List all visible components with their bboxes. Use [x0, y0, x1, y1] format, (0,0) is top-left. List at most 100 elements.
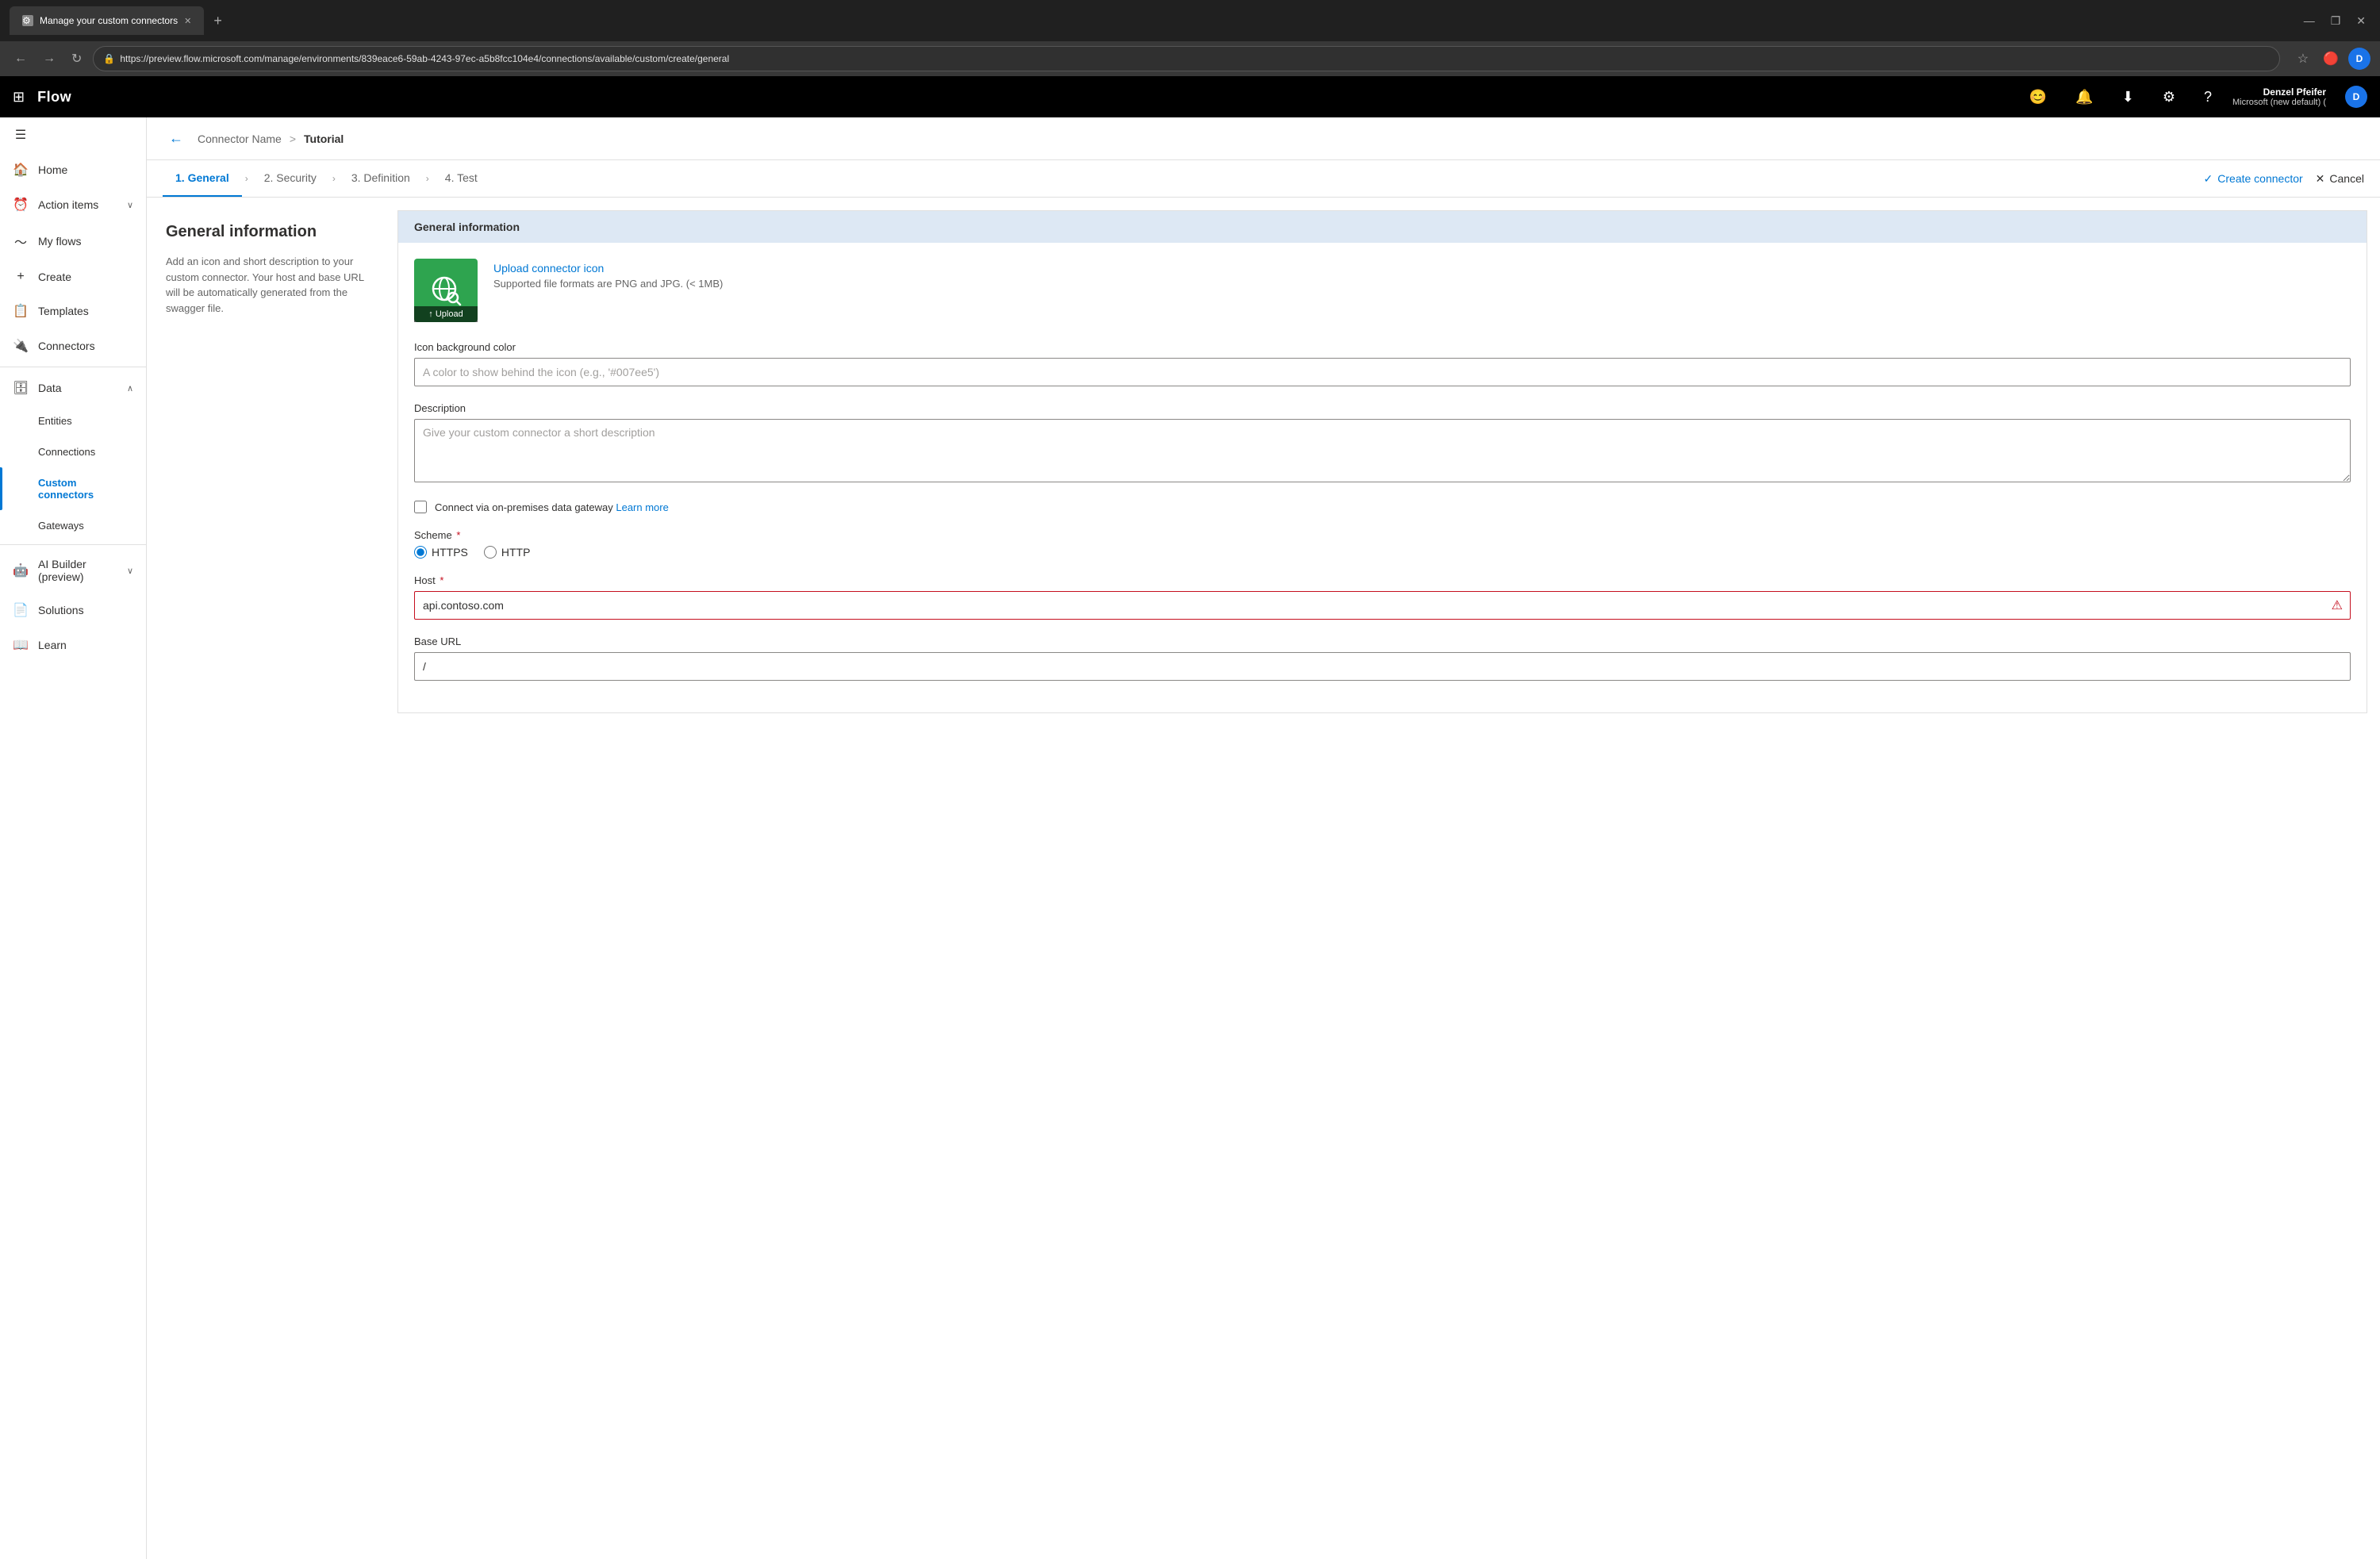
icon-bg-color-input[interactable]: [414, 358, 2351, 386]
browser-chrome: ⚙ Manage your custom connectors ✕ + — ❐ …: [0, 0, 2380, 41]
sidebar-item-home[interactable]: 🏠 Home: [0, 152, 146, 187]
scheme-http-option[interactable]: HTTP: [484, 546, 531, 559]
gateway-checkbox[interactable]: [414, 501, 427, 513]
host-required: *: [440, 574, 443, 586]
emoji-button[interactable]: 😊: [2021, 84, 2055, 110]
scheme-https-option[interactable]: HTTPS: [414, 546, 468, 559]
content-area: General information Add an icon and shor…: [147, 198, 2380, 1559]
sidebar-item-data[interactable]: 🗄 Data ∧: [0, 371, 146, 405]
breadcrumb-current: Tutorial: [304, 132, 344, 145]
description-textarea[interactable]: [414, 419, 2351, 482]
sidebar-action-items-label: Action items: [38, 198, 117, 211]
gateway-label-text: Connect via on-premises data gateway: [435, 501, 613, 513]
window-close-button[interactable]: ✕: [2351, 11, 2370, 31]
tab-security[interactable]: 2. Security: [251, 160, 329, 197]
tab-general[interactable]: 1. General: [163, 160, 242, 197]
sidebar-item-learn[interactable]: 📖 Learn: [0, 628, 146, 662]
upload-icon-button[interactable]: ↑ Upload: [414, 306, 478, 322]
gateway-label: Connect via on-premises data gateway Lea…: [435, 501, 669, 513]
lock-icon: 🔒: [103, 53, 115, 64]
back-button[interactable]: ←: [163, 127, 190, 150]
form-group-description: Description: [414, 402, 2351, 485]
cancel-button[interactable]: ✕ Cancel: [2316, 172, 2364, 186]
tab-general-label: 1. General: [175, 171, 229, 184]
sidebar-templates-label: Templates: [38, 305, 133, 317]
sidebar-item-connectors[interactable]: 🔌 Connectors: [0, 328, 146, 363]
sidebar-item-action-items[interactable]: ⏰ Action items ∨: [0, 187, 146, 222]
form-group-icon-bg-color: Icon background color: [414, 341, 2351, 386]
sidebar-create-label: Create: [38, 271, 133, 283]
upload-hint-text: Supported file formats are PNG and JPG. …: [493, 278, 723, 290]
sidebar-learn-label: Learn: [38, 639, 133, 651]
step-tabs: 1. General › 2. Security › 3. Definition…: [147, 160, 2380, 198]
sidebar-connectors-label: Connectors: [38, 340, 133, 352]
breadcrumb-parent: Connector Name: [198, 132, 282, 145]
tab-definition-label: 3. Definition: [351, 171, 410, 184]
hamburger-icon: ☰: [13, 127, 29, 143]
base-url-input[interactable]: [414, 652, 2351, 681]
sidebar-item-custom-connectors[interactable]: Custom connectors: [0, 467, 146, 510]
tab-definition[interactable]: 3. Definition: [339, 160, 423, 197]
browser-tab[interactable]: ⚙ Manage your custom connectors ✕: [10, 6, 204, 35]
address-bar[interactable]: 🔒 https://preview.flow.microsoft.com/man…: [93, 46, 2279, 71]
new-tab-button[interactable]: +: [213, 13, 222, 29]
window-restore-button[interactable]: ❐: [2326, 11, 2346, 31]
http-radio[interactable]: [484, 546, 497, 559]
step-chevron-3: ›: [426, 173, 429, 184]
sidebar: ☰ 🏠 Home ⏰ Action items ∨ 〜 My flows + C…: [0, 117, 147, 1559]
browser-nav: ← → ↻ 🔒 https://preview.flow.microsoft.c…: [0, 41, 2380, 76]
user-info: Denzel Pfeifer Microsoft (new default) (: [2232, 86, 2326, 107]
https-radio[interactable]: [414, 546, 427, 559]
url-text: https://preview.flow.microsoft.com/manag…: [120, 53, 729, 64]
sidebar-custom-connectors-label: Custom connectors: [38, 477, 133, 501]
sidebar-item-templates[interactable]: 📋 Templates: [0, 294, 146, 328]
sidebar-data-label: Data: [38, 382, 117, 394]
sidebar-item-solutions[interactable]: 📄 Solutions: [0, 593, 146, 628]
upload-connector-icon-link[interactable]: Upload connector icon: [493, 262, 723, 275]
sidebar-item-create[interactable]: + Create: [0, 260, 146, 294]
action-buttons: ✓ Create connector ✕ Cancel: [2204, 172, 2364, 186]
browser-user-avatar[interactable]: D: [2348, 48, 2370, 70]
create-connector-button[interactable]: ✓ Create connector: [2204, 172, 2303, 186]
tab-test[interactable]: 4. Test: [432, 160, 490, 197]
cancel-x-icon: ✕: [2316, 172, 2325, 186]
form-section-title: General information: [414, 221, 520, 233]
host-input[interactable]: [414, 591, 2351, 620]
header-user-avatar[interactable]: D: [2345, 86, 2367, 108]
tab-security-label: 2. Security: [264, 171, 317, 184]
create-connector-check-icon: ✓: [2204, 172, 2213, 186]
app-header: ⊞ Flow 😊 🔔 ⬇ ⚙ ? Denzel Pfeifer Microsof…: [0, 76, 2380, 117]
connectors-icon: 🔌: [13, 338, 29, 354]
settings-button[interactable]: ⚙: [2155, 84, 2183, 110]
create-connector-label: Create connector: [2217, 172, 2302, 185]
host-input-wrapper: ⚠: [414, 591, 2351, 620]
right-panel: General information: [385, 198, 2380, 1559]
extension-button[interactable]: 🔴: [2318, 48, 2344, 70]
sidebar-connections-label: Connections: [38, 446, 133, 458]
waffle-menu-icon[interactable]: ⊞: [13, 89, 25, 106]
nav-refresh-button[interactable]: ↻: [67, 48, 86, 70]
icon-upload-info: Upload connector icon Supported file for…: [493, 259, 723, 290]
favorites-button[interactable]: ☆: [2293, 48, 2313, 70]
browser-actions: ☆ 🔴 D: [2293, 48, 2370, 70]
sidebar-item-connections[interactable]: Connections: [0, 436, 146, 467]
notification-button[interactable]: 🔔: [2067, 84, 2101, 110]
host-error-icon: ⚠: [2332, 597, 2343, 613]
download-button[interactable]: ⬇: [2114, 84, 2142, 110]
nav-back-button[interactable]: ←: [10, 48, 32, 69]
sidebar-item-gateways[interactable]: Gateways: [0, 510, 146, 541]
sidebar-item-ai-builder[interactable]: 🤖 AI Builder (preview) ∨: [0, 548, 146, 593]
form-card: General information: [397, 210, 2367, 713]
left-panel-title: General information: [166, 223, 366, 241]
help-button[interactable]: ?: [2196, 84, 2220, 110]
sidebar-hamburger[interactable]: ☰: [0, 117, 146, 152]
sidebar-my-flows-label: My flows: [38, 235, 133, 248]
close-tab-button[interactable]: ✕: [184, 16, 191, 26]
sidebar-item-my-flows[interactable]: 〜 My flows: [0, 222, 146, 260]
app-logo: Flow: [37, 89, 71, 106]
window-minimize-button[interactable]: —: [2299, 11, 2320, 31]
https-label: HTTPS: [432, 546, 468, 559]
sidebar-item-entities[interactable]: Entities: [0, 405, 146, 436]
learn-more-link[interactable]: Learn more: [616, 501, 668, 513]
nav-forward-button[interactable]: →: [38, 48, 60, 69]
